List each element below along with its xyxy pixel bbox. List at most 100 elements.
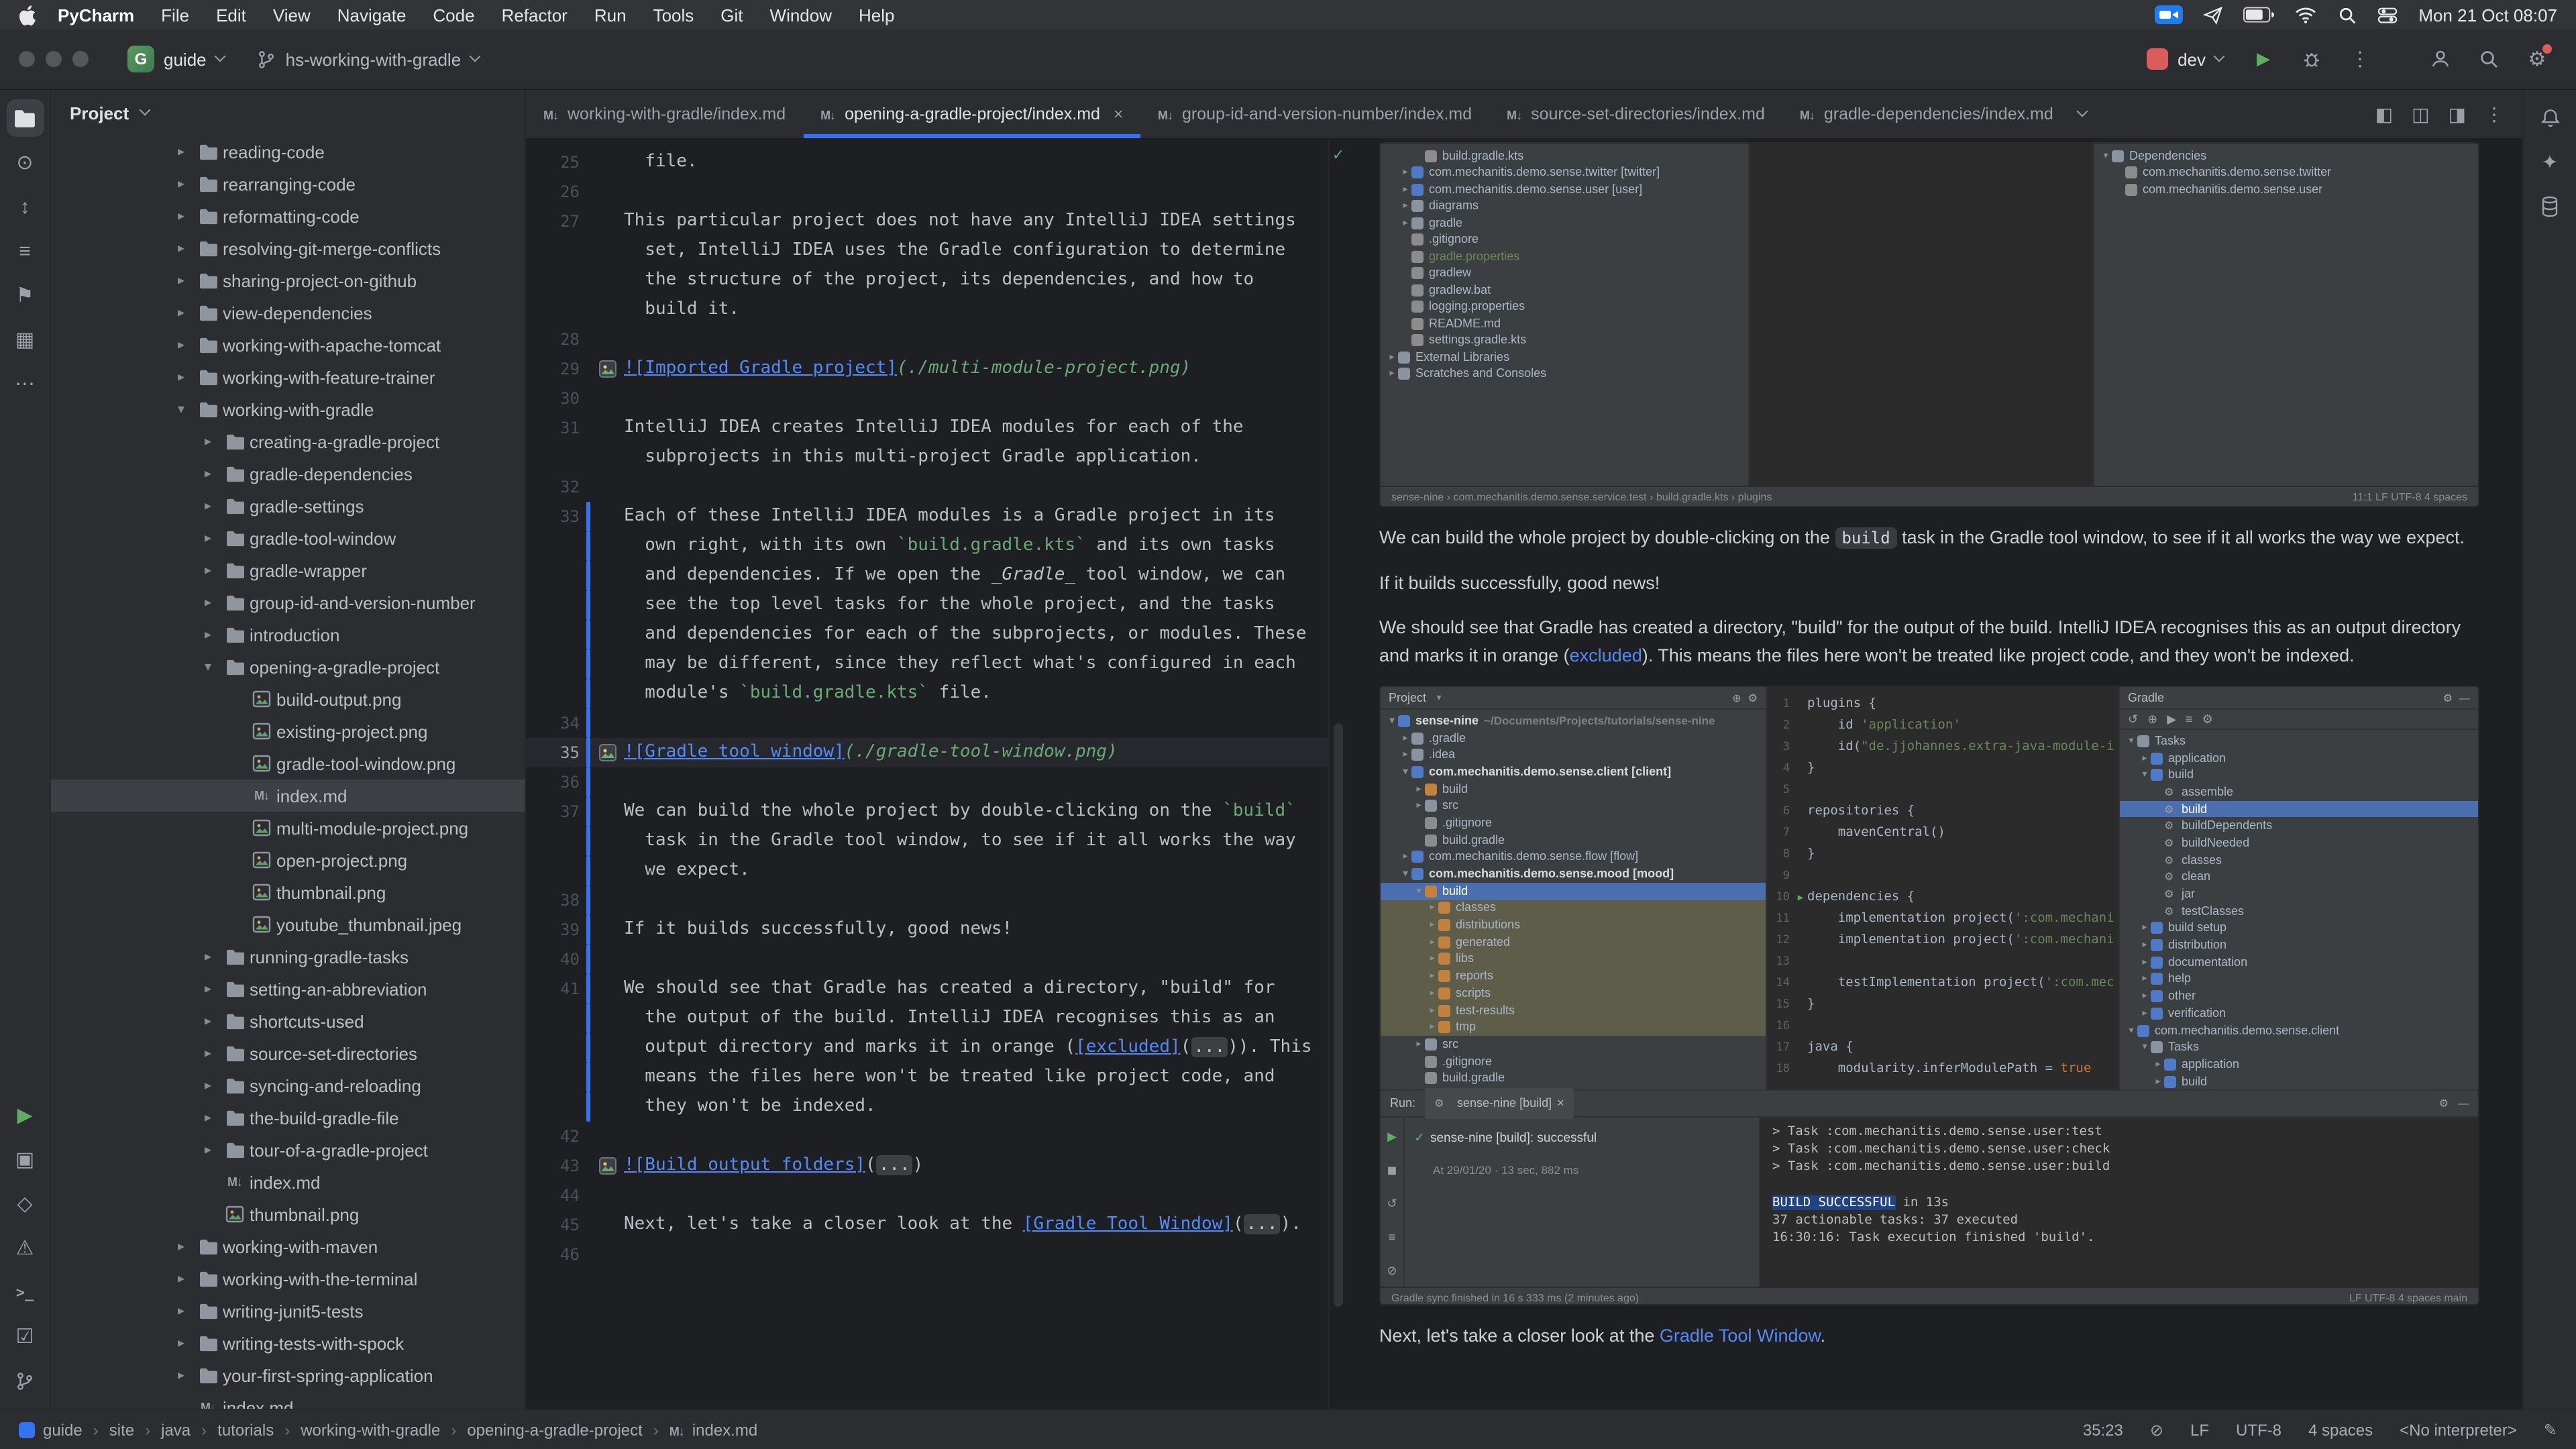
menubar-item-code[interactable]: Code — [419, 5, 488, 25]
tree-item-working-with-gradle[interactable]: ▾ working-with-gradle — [51, 393, 525, 425]
shot2-project-item-idea[interactable]: ▸ .idea — [1381, 747, 1766, 763]
ai-assistant-tool-button[interactable]: ✦ — [2531, 144, 2569, 181]
shot2-project-item-com-mechanitis-demo-sense-mood-mood[interactable]: ▾ com.mechanitis.demo.sense.mood [mood] — [1381, 865, 1766, 882]
tree-item-index-md[interactable]: M↓ index.md — [51, 1166, 525, 1198]
code-with-me-button[interactable] — [2420, 39, 2461, 79]
gear-icon[interactable]: ⚙ — [1748, 687, 1758, 712]
editor-line[interactable]: 32 — [526, 472, 1328, 502]
run-configuration-widget[interactable]: dev — [2135, 42, 2235, 76]
tree-item-gradle-wrapper[interactable]: ▸ gradle-wrapper — [51, 554, 525, 586]
tree-item-shortcuts-used[interactable]: ▸ shortcuts-used — [51, 1005, 525, 1037]
search-everywhere-button[interactable] — [2469, 39, 2509, 79]
markdown-source-editor[interactable]: 25 file. 26 27 This particular project does… — [526, 140, 1328, 1409]
menubar-item-file[interactable]: File — [148, 5, 203, 25]
gear-icon[interactable]: ⚙ — [2439, 1089, 2449, 1118]
tree-item-introduction[interactable]: ▸ introduction — [51, 619, 525, 651]
editor-line[interactable]: 41 We should see that Gradle has created … — [526, 974, 1328, 1004]
debug-button[interactable] — [2292, 39, 2332, 79]
plugins-tool-button[interactable]: ▦ — [6, 321, 44, 358]
chevron-expanded-icon[interactable]: ▾ — [169, 402, 193, 417]
chevron-collapsed-icon[interactable]: ▸ — [169, 144, 193, 159]
editor-line[interactable]: own right, with its own `build.gradle.kt… — [526, 531, 1328, 561]
fullscreen-window-button[interactable] — [72, 51, 89, 67]
gear-icon[interactable]: ⚙ — [2443, 687, 2453, 712]
editor-scrollbar[interactable]: ✓ — [1328, 140, 1347, 1409]
tree-item-thumbnail-png[interactable]: thumbnail.png — [51, 1198, 525, 1230]
editor-line[interactable]: the output of the build. IntelliJ IDEA r… — [526, 1004, 1328, 1033]
editor-tab-group-id-and-version-number-index-md[interactable]: M↓ group-id-and-version-number/index.md — [1140, 90, 1489, 138]
menubar-item-navigate[interactable]: Navigate — [324, 5, 420, 25]
tree-item-tour-of-a-gradle-project[interactable]: ▸ tour-of-a-gradle-project — [51, 1134, 525, 1166]
breadcrumb-opening-a-gradle-project[interactable]: opening-a-gradle-project — [467, 1420, 643, 1439]
more-tool-button[interactable]: ⋯ — [6, 365, 44, 402]
notifications-tool-button[interactable] — [2531, 99, 2569, 137]
apple-menu-icon[interactable] — [19, 5, 36, 25]
file-writable-icon[interactable]: ✎ — [2544, 1420, 2557, 1439]
menubar-item-view[interactable]: View — [260, 5, 324, 25]
tree-item-index-md[interactable]: M↓ index.md — [51, 780, 525, 812]
editor-tab-working-with-gradle-index-md[interactable]: M↓ working-with-gradle/index.md — [526, 90, 803, 138]
tree-item-your-first-spring-application[interactable]: ▸ your-first-spring-application — [51, 1359, 525, 1391]
tree-item-running-gradle-tasks[interactable]: ▸ running-gradle-tasks — [51, 941, 525, 973]
run-tab[interactable]: ⚙ sense-nine [build] × — [1425, 1088, 1574, 1119]
shot2-gradle-task-documentation[interactable]: ▸ documentation — [2120, 954, 2478, 971]
chevron-expanded-icon[interactable]: ▾ — [196, 659, 220, 674]
tree-item-source-set-directories[interactable]: ▸ source-set-directories — [51, 1037, 525, 1069]
scrollbar-thumb[interactable] — [1334, 723, 1343, 1307]
tree-item-the-build-gradle-file[interactable]: ▸ the-build-gradle-file — [51, 1102, 525, 1134]
shot2-project-item-src[interactable]: ▸ src — [1381, 1036, 1766, 1053]
menubar-item-refactor[interactable]: Refactor — [488, 5, 581, 25]
chevron-collapsed-icon[interactable]: ▸ — [196, 949, 220, 964]
shot2-gradle-task-verification[interactable]: ▸ verification — [2120, 1005, 2478, 1022]
shot2-project-item-test-results[interactable]: ▸ test-results — [1381, 1002, 1766, 1019]
shot2-gradle-task-classes[interactable]: ⚙ classes — [2120, 852, 2478, 869]
shot2-gradle-task-other[interactable]: ▸ other — [2120, 988, 2478, 1005]
tree-item-youtube-thumbnail-jpeg[interactable]: youtube_thumbnail.jpeg — [51, 908, 525, 941]
close-tab-icon[interactable]: × — [1557, 1089, 1564, 1118]
layout-preview-only-icon[interactable]: ◨ — [2449, 103, 2466, 125]
shot2-project-item-generated[interactable]: ▸ generated — [1381, 933, 1766, 951]
tree-item-working-with-the-terminal[interactable]: ▸ working-with-the-terminal — [51, 1263, 525, 1295]
database-tool-button[interactable] — [2531, 188, 2569, 225]
chevron-collapsed-icon[interactable]: ▸ — [196, 1014, 220, 1028]
breadcrumb-site[interactable]: site — [109, 1420, 134, 1439]
problems-tool-button[interactable]: ⚠ — [6, 1229, 44, 1267]
shot1-tree-item-scratches-and-consoles[interactable]: ▸ Scratches and Consoles — [1381, 366, 1748, 382]
chevron-collapsed-icon[interactable]: ▸ — [169, 1368, 193, 1383]
tree-item-gradle-tool-window[interactable]: ▸ gradle-tool-window — [51, 522, 525, 554]
tree-item-sharing-project-on-github[interactable]: ▸ sharing-project-on-github — [51, 264, 525, 297]
chevron-collapsed-icon[interactable]: ▸ — [196, 1078, 220, 1093]
chevron-collapsed-icon[interactable]: ▸ — [196, 1142, 220, 1157]
tree-item-creating-a-gradle-project[interactable]: ▸ creating-a-gradle-project — [51, 425, 525, 458]
menubar-item-help[interactable]: Help — [845, 5, 908, 25]
control-center-icon[interactable] — [2377, 5, 2397, 25]
shot2-gradle-task-distribution[interactable]: ▸ distribution — [2120, 937, 2478, 954]
shot2-project-item-gitignore[interactable]: .gitignore — [1381, 814, 1766, 831]
shot2-gradle-task-tasks[interactable]: ▾ Tasks — [2120, 733, 2478, 749]
execute-icon[interactable]: ▶ — [2167, 705, 2176, 733]
shot2-gradle-task-build[interactable]: ▾ build — [2120, 767, 2478, 784]
shot2-project-item-scripts[interactable]: ▸ scripts — [1381, 985, 1766, 1002]
run-gutter-icon[interactable]: ▶ — [1794, 887, 1807, 908]
chevron-collapsed-icon[interactable]: ▸ — [169, 370, 193, 384]
chevron-collapsed-icon[interactable]: ▸ — [196, 981, 220, 996]
breadcrumb-index-md[interactable]: M↓ index.md — [669, 1420, 757, 1439]
chevron-collapsed-icon[interactable]: ▸ — [196, 563, 220, 578]
editor-line[interactable]: 30 — [526, 384, 1328, 413]
shot2-gradle-task-com-mechanitis-demo-sense-client[interactable]: ▾ com.mechanitis.demo.sense.client — [2120, 1022, 2478, 1038]
close-tab-icon[interactable]: × — [1114, 105, 1123, 123]
chevron-collapsed-icon[interactable]: ▸ — [196, 498, 220, 513]
editor-more-options-icon[interactable]: ⋮ — [2485, 103, 2504, 125]
shot2-project-item-distributions[interactable]: ▸ distributions — [1381, 916, 1766, 934]
markdown-link[interactable]: ![Imported Gradle project] — [624, 358, 897, 378]
editor-tab-opening-a-gradle-project-index-md[interactable]: M↓ opening-a-gradle-project/index.md × — [803, 90, 1141, 138]
interpreter-widget[interactable]: <No interpreter> — [2400, 1420, 2517, 1439]
project-widget[interactable]: G guide — [115, 39, 236, 79]
shot2-gradle-task-application[interactable]: ▸ application — [2120, 1056, 2478, 1073]
shot1-dep-item-com-mechanitis-demo-sense-user[interactable]: com.mechanitis.demo.sense.user — [2094, 181, 2478, 198]
menubar-item-git[interactable]: Git — [707, 5, 756, 25]
shot2-gradle-task-build[interactable]: ⚙ build — [2120, 800, 2478, 818]
caret-position-widget[interactable]: 35:23 — [2083, 1420, 2123, 1439]
shot2-project-item-sense-nine[interactable]: ▾ sense-nine ~/Documents/Projects/tutorial… — [1381, 712, 1766, 729]
settings-button[interactable]: ⚙ — [2517, 39, 2557, 79]
